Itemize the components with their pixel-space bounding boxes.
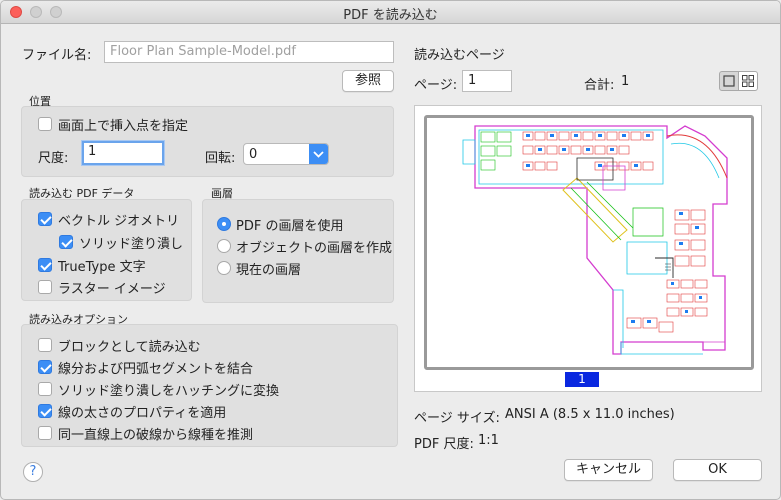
page-size-value: ANSI A (8.5 x 11.0 inches) <box>505 407 675 422</box>
scale-label: 尺度: <box>38 151 69 166</box>
chevron-down-icon <box>309 144 328 164</box>
create-object-layers-label: オブジェクトの画層を作成 <box>236 241 393 256</box>
rotation-select[interactable]: 0 <box>243 143 329 165</box>
browse-button[interactable]: 参照 <box>342 70 394 92</box>
convert-fill-to-hatch-checkbox[interactable] <box>38 382 52 396</box>
truetype-text-label: TrueType 文字 <box>58 260 146 275</box>
rotation-label: 回転: <box>205 151 236 166</box>
apply-lineweight-label: 線の太さのプロパティを適用 <box>58 406 227 421</box>
layers-group: PDF の画層を使用 オブジェクトの画層を作成 現在の画層 <box>202 199 394 303</box>
page-section-title: 読み込むページ <box>414 48 505 63</box>
use-pdf-layers-label: PDF の画層を使用 <box>236 219 344 234</box>
thumbnail-grid-view-icon[interactable] <box>738 71 758 91</box>
pdf-scale-value: 1:1 <box>478 433 499 448</box>
current-layer-label: 現在の画層 <box>236 263 302 278</box>
apply-lineweight-checkbox[interactable] <box>38 404 52 418</box>
infer-linetypes-checkbox[interactable] <box>38 426 52 440</box>
rotation-value: 0 <box>249 147 258 162</box>
import-as-block-checkbox[interactable] <box>38 338 52 352</box>
raster-image-checkbox[interactable] <box>38 280 52 294</box>
pdf-import-dialog: PDF を読み込む ファイル名: Floor Plan Sample-Model… <box>0 0 781 500</box>
window-title: PDF を読み込む <box>343 8 438 23</box>
import-options-group: ブロックとして読み込む 線分および円弧セグメントを結合 ソリッド塗り潰しをハッチ… <box>21 324 398 447</box>
current-layer-radio[interactable] <box>217 261 231 275</box>
file-name-field[interactable]: Floor Plan Sample-Model.pdf <box>104 41 394 63</box>
single-page-view-icon[interactable] <box>719 71 739 91</box>
cancel-button[interactable]: キャンセル <box>564 459 653 481</box>
total-value: 1 <box>621 74 630 89</box>
use-pdf-layers-radio[interactable] <box>217 217 231 231</box>
infer-linetypes-label: 同一直線上の破線から線種を推測 <box>58 428 254 443</box>
total-label: 合計: <box>584 78 615 93</box>
create-object-layers-radio[interactable] <box>217 239 231 253</box>
page-size-label: ページ サイズ: <box>414 411 500 426</box>
file-name-label: ファイル名: <box>22 48 92 63</box>
position-group: 画面上で挿入点を指定 尺度: 1 回転: 0 <box>21 106 394 177</box>
truetype-text-checkbox[interactable] <box>38 258 52 272</box>
floor-plan-drawing <box>462 125 728 355</box>
specify-on-screen-checkbox[interactable] <box>38 117 52 131</box>
vector-geometry-checkbox[interactable] <box>38 212 52 226</box>
raster-image-label: ラスター イメージ <box>58 282 166 297</box>
ok-button[interactable]: OK <box>673 459 762 481</box>
page-number-input[interactable]: 1 <box>462 70 512 92</box>
scale-input[interactable]: 1 <box>82 141 164 165</box>
page-preview-area: 1 <box>414 105 762 392</box>
join-segments-checkbox[interactable] <box>38 360 52 374</box>
page-label: ページ: <box>414 78 458 93</box>
page-thumbnail-number: 1 <box>565 372 599 387</box>
help-icon[interactable]: ? <box>23 462 43 482</box>
specify-on-screen-label: 画面上で挿入点を指定 <box>58 119 189 134</box>
convert-fill-to-hatch-label: ソリッド塗り潰しをハッチングに変換 <box>58 384 280 399</box>
import-as-block-label: ブロックとして読み込む <box>58 340 201 355</box>
vector-geometry-label: ベクトル ジオメトリ <box>58 214 180 229</box>
solid-fill-checkbox[interactable] <box>59 235 73 249</box>
title-bar: PDF を読み込む <box>1 1 780 24</box>
pdf-scale-label: PDF 尺度: <box>414 437 474 452</box>
pdf-data-group: ベクトル ジオメトリ ソリッド塗り潰し TrueType 文字 ラスター イメー… <box>21 199 192 301</box>
page-thumbnail[interactable] <box>424 115 754 370</box>
solid-fill-label: ソリッド塗り潰し <box>79 237 184 252</box>
join-segments-label: 線分および円弧セグメントを結合 <box>58 362 254 377</box>
